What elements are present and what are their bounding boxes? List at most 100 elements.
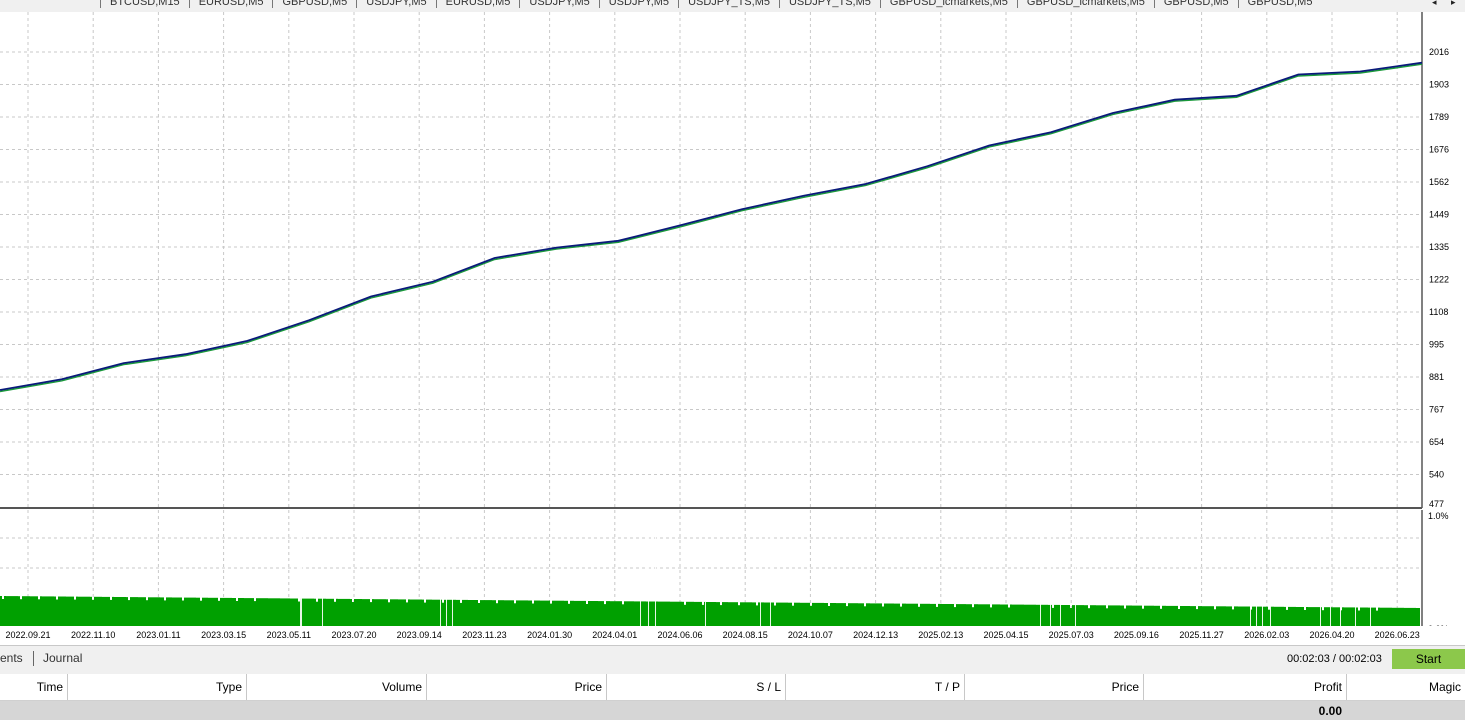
- tab-divider: [33, 651, 34, 666]
- load-bar: [1056, 604, 1058, 626]
- load-bar: [464, 599, 466, 626]
- load-bar: [428, 599, 430, 626]
- chart-tab[interactable]: EURUSD,M5: [188, 0, 273, 8]
- load-bar: [186, 597, 188, 626]
- load-bar: [1006, 604, 1008, 626]
- load-bar: [892, 603, 894, 626]
- load-bar: [950, 604, 952, 626]
- load-bar: [176, 597, 178, 626]
- load-bar: [580, 600, 582, 626]
- load-bar: [840, 603, 842, 626]
- chart-tab[interactable]: USDJPY,M5: [519, 0, 598, 8]
- chart-tab[interactable]: GBPUSD,M5: [272, 0, 356, 8]
- load-bar: [1044, 604, 1046, 626]
- load-bar: [224, 597, 226, 626]
- triangle-right-icon[interactable]: ▸: [1451, 0, 1456, 8]
- load-bar: [412, 599, 414, 626]
- x-tick-label: 2025.07.03: [1049, 630, 1094, 640]
- load-bar: [746, 602, 748, 626]
- load-bar: [1244, 606, 1246, 626]
- load-bar: [1002, 604, 1004, 626]
- load-bar: [460, 602, 462, 626]
- column-price[interactable]: Price: [427, 674, 607, 700]
- column-time[interactable]: Time: [0, 674, 68, 700]
- tab-journal[interactable]: Journal: [43, 651, 82, 665]
- load-bar: [1388, 607, 1390, 626]
- load-bar: [196, 597, 198, 626]
- load-bar: [1286, 609, 1288, 626]
- chart-tab[interactable]: GBPUSD,M5: [1237, 0, 1322, 8]
- load-bar: [996, 604, 998, 626]
- load-bar: [102, 596, 104, 626]
- chart-tab[interactable]: EURUSD,M5: [435, 0, 520, 8]
- load-bar: [1258, 606, 1260, 626]
- column-volume[interactable]: Volume: [247, 674, 427, 700]
- y-tick-label: 1.0%: [1428, 511, 1449, 521]
- chart-tab-list: BTCUSD,M15 EURUSD,M5 GBPUSD,M5 USDJPY,M5 EUR…: [100, 0, 1321, 8]
- load-bar: [152, 597, 154, 626]
- chart-tab[interactable]: BTCUSD,M15: [100, 0, 189, 8]
- load-bar: [120, 597, 122, 626]
- start-button[interactable]: Start: [1392, 649, 1465, 669]
- load-bar: [1126, 605, 1128, 626]
- load-bar: [88, 596, 90, 626]
- load-bar: [46, 596, 48, 626]
- load-bar: [766, 602, 768, 626]
- load-bar: [394, 599, 396, 626]
- x-tick-label: 2026.06.23: [1375, 630, 1420, 640]
- load-bar: [466, 599, 468, 626]
- column-type[interactable]: Type: [68, 674, 247, 700]
- tab-events[interactable]: ents: [0, 651, 23, 665]
- load-bar: [908, 603, 910, 626]
- load-bar: [986, 604, 988, 626]
- column-magic[interactable]: Magic: [1347, 674, 1465, 700]
- load-bar: [468, 600, 470, 626]
- load-bar: [1198, 606, 1200, 626]
- column-sl[interactable]: S / L: [607, 674, 786, 700]
- column-tp[interactable]: T / P: [786, 674, 965, 700]
- chart-tab[interactable]: USDJPY_TS,M5: [678, 0, 779, 8]
- chart-tab[interactable]: GBPUSD_icmarkets,M5: [879, 0, 1017, 8]
- load-bar: [916, 603, 918, 626]
- chart-tab[interactable]: GBPUSD,M5: [1153, 0, 1238, 8]
- triangle-left-icon[interactable]: ◂: [1432, 0, 1437, 8]
- chart-tab[interactable]: USDJPY,M5: [356, 0, 435, 8]
- column-close-price[interactable]: Price: [965, 674, 1144, 700]
- load-bar: [1184, 606, 1186, 626]
- load-bar: [992, 604, 994, 626]
- load-bar: [1234, 606, 1236, 626]
- load-bar: [616, 601, 618, 626]
- load-bar: [808, 602, 810, 626]
- load-bar: [1146, 605, 1148, 626]
- chart-tab[interactable]: USDJPY_TS,M5: [778, 0, 880, 8]
- load-bar: [1342, 607, 1344, 626]
- load-bar: [716, 602, 718, 626]
- column-profit[interactable]: Profit: [1144, 674, 1347, 700]
- load-bar: [396, 599, 398, 626]
- load-bar: [1046, 604, 1048, 626]
- load-bar: [608, 601, 610, 626]
- load-bar: [1282, 606, 1284, 626]
- load-bar: [314, 598, 316, 626]
- load-bar: [1048, 604, 1050, 626]
- y-tick-label: 767: [1429, 405, 1444, 415]
- load-bar: [1398, 607, 1400, 626]
- load-bar: [872, 603, 874, 626]
- load-bar: [1032, 604, 1034, 626]
- load-bar: [388, 602, 390, 626]
- load-bar: [1138, 605, 1140, 626]
- load-gap: [1262, 510, 1263, 626]
- load-bar: [1242, 606, 1244, 626]
- chart-tab[interactable]: GBPUSD_icmarkets,M5: [1016, 0, 1154, 8]
- load-bar: [204, 597, 206, 626]
- load-gap: [1355, 510, 1356, 626]
- load-bar: [618, 601, 620, 626]
- load-bar: [266, 598, 268, 626]
- load-bar: [1086, 605, 1088, 626]
- load-bar: [1038, 604, 1040, 626]
- chart-tab[interactable]: USDJPY,M5: [598, 0, 678, 8]
- load-bar: [214, 597, 216, 626]
- load-bar: [1000, 604, 1002, 626]
- load-bar: [450, 599, 452, 626]
- load-bar: [272, 598, 274, 626]
